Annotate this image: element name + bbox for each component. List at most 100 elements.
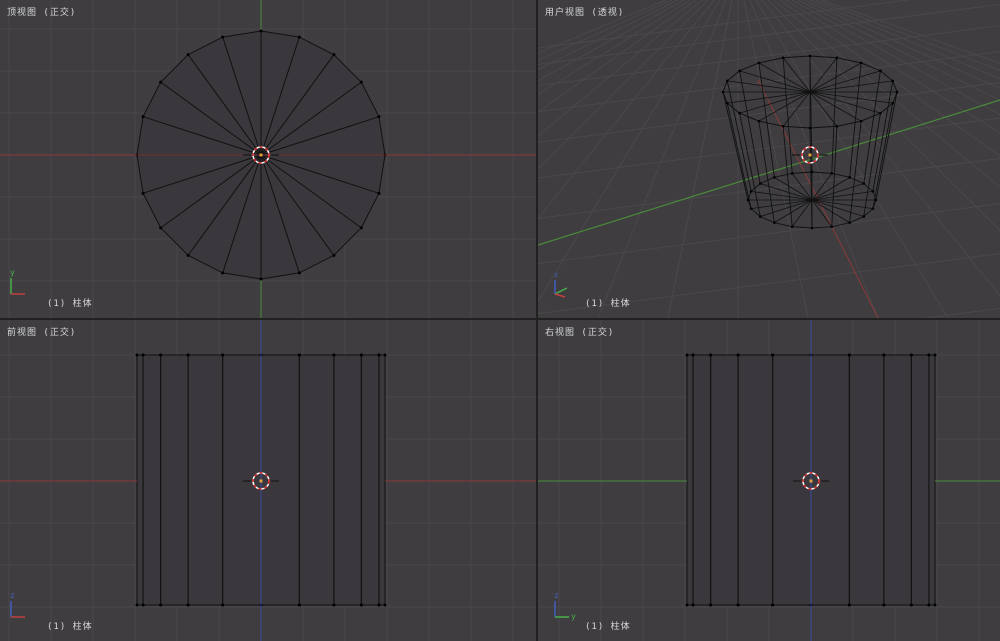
mesh-vertex: [862, 215, 866, 218]
mesh-vertex: [141, 353, 145, 357]
mesh-vertex: [879, 111, 882, 115]
mesh-vertex: [749, 207, 753, 210]
grid-line: [667, 0, 733, 318]
grid-line: [922, 307, 1000, 318]
top-view-canvas[interactable]: [0, 0, 536, 318]
mesh-vertex: [874, 198, 878, 202]
mesh-vertex: [332, 253, 336, 257]
grid-line: [791, 0, 1000, 116]
axis-gizmo-icon: z: [10, 591, 25, 618]
mesh-edge: [809, 91, 838, 127]
mesh-vertex: [685, 603, 689, 607]
mesh-vertex: [808, 54, 812, 58]
mesh-vertex: [685, 353, 689, 357]
mesh-edge: [809, 91, 881, 114]
mesh-vertex: [377, 191, 381, 195]
mesh-vertex: [862, 182, 866, 185]
mesh-vertex: [186, 53, 190, 57]
mesh-vertex: [359, 603, 363, 607]
mesh-edge: [760, 199, 813, 217]
mesh-vertex: [159, 226, 163, 230]
mesh-vertex: [186, 603, 190, 607]
gizmo-z-label: z: [554, 271, 558, 279]
mesh-vertex: [383, 603, 387, 607]
mesh-vertex: [933, 603, 937, 607]
gizmo-y-label: y: [10, 268, 15, 277]
mesh-vertex: [746, 198, 750, 202]
axis-gizmo-icon: y: [10, 268, 25, 295]
user-view-canvas[interactable]: [538, 0, 1000, 318]
axis-gizmo-icon: z: [554, 271, 568, 298]
mesh-vertex: [810, 170, 814, 174]
mesh-edge: [811, 199, 833, 227]
mesh-vertex: [879, 69, 882, 73]
mesh-vertex: [859, 119, 863, 123]
mesh-vertex: [757, 61, 761, 65]
object-origin: [808, 153, 812, 157]
mesh-vertex: [909, 353, 913, 357]
viewport-title: 用户视图 (透视): [545, 8, 625, 18]
mesh-vertex: [810, 226, 814, 230]
mesh-edge: [809, 70, 881, 93]
viewport-front[interactable]: 前视图 (正交) z (1) 柱体: [0, 320, 536, 641]
grid-line: [821, 0, 1000, 64]
viewport-right[interactable]: 右视图 (正交) z y (1) 柱体: [538, 320, 1000, 641]
mesh-vertex: [781, 56, 785, 60]
mesh-edge: [791, 173, 813, 201]
mesh-vertex: [691, 603, 695, 607]
axis-gizmo-icon: z y: [554, 591, 576, 621]
mesh-vertex: [259, 277, 263, 281]
mesh-vertex: [808, 126, 812, 130]
mesh-vertex: [882, 603, 886, 607]
mesh-vertex: [859, 61, 863, 65]
mesh-vertex: [736, 603, 740, 607]
mesh-vertex: [691, 353, 695, 357]
mesh-vertex: [738, 69, 741, 73]
mesh-vertex: [895, 90, 899, 94]
mesh-edge: [727, 80, 811, 93]
object-info: (1) 柱体: [585, 299, 631, 309]
mesh-vertex: [141, 191, 145, 195]
mesh-edge: [774, 177, 813, 201]
mesh-vertex: [221, 603, 225, 607]
mesh-edge: [726, 80, 752, 192]
mesh-vertex: [135, 603, 139, 607]
mesh-vertex: [871, 190, 875, 193]
mesh-vertex: [721, 90, 725, 94]
mesh-vertex: [933, 353, 937, 357]
object-info: (1) 柱体: [47, 299, 93, 309]
grid-line: [809, 0, 1000, 80]
grid-line: [815, 0, 1000, 71]
mesh-vertex: [927, 603, 931, 607]
mesh-vertex: [725, 101, 729, 105]
front-view-canvas[interactable]: [0, 320, 536, 641]
mesh-vertex: [773, 221, 776, 224]
mesh-vertex: [297, 271, 301, 275]
mesh-vertex: [830, 225, 834, 228]
mesh-edge: [774, 199, 813, 223]
mesh-vertex: [709, 603, 713, 607]
mesh-vertex: [835, 56, 839, 60]
viewport-user-perspective[interactable]: 用户视图 (透视) z (1) 柱体: [538, 0, 1000, 318]
mesh-vertex: [771, 353, 775, 357]
viewport-top[interactable]: 顶视图 (正交) y (1) 柱体: [0, 0, 536, 318]
mesh-vertex: [332, 53, 336, 57]
mesh-vertex: [848, 221, 851, 224]
mesh-vertex: [297, 35, 301, 39]
gizmo-z-label: z: [10, 591, 15, 600]
mesh-vertex: [847, 603, 851, 607]
mesh-vertex: [297, 353, 301, 357]
mesh-vertex: [221, 353, 225, 357]
mesh-edge: [809, 57, 838, 93]
gizmo-y-label: y: [571, 612, 576, 621]
mesh-vertex: [790, 225, 794, 228]
mesh-edge: [739, 91, 811, 114]
mesh-vertex: [297, 603, 301, 607]
mesh-vertex: [736, 353, 740, 357]
mesh-vertex: [882, 353, 886, 357]
mesh-edge: [872, 103, 894, 209]
mesh-edge: [831, 126, 838, 227]
right-view-canvas[interactable]: [538, 320, 1000, 641]
object-info: (1) 柱体: [585, 622, 631, 632]
grid-line: [755, 0, 949, 318]
